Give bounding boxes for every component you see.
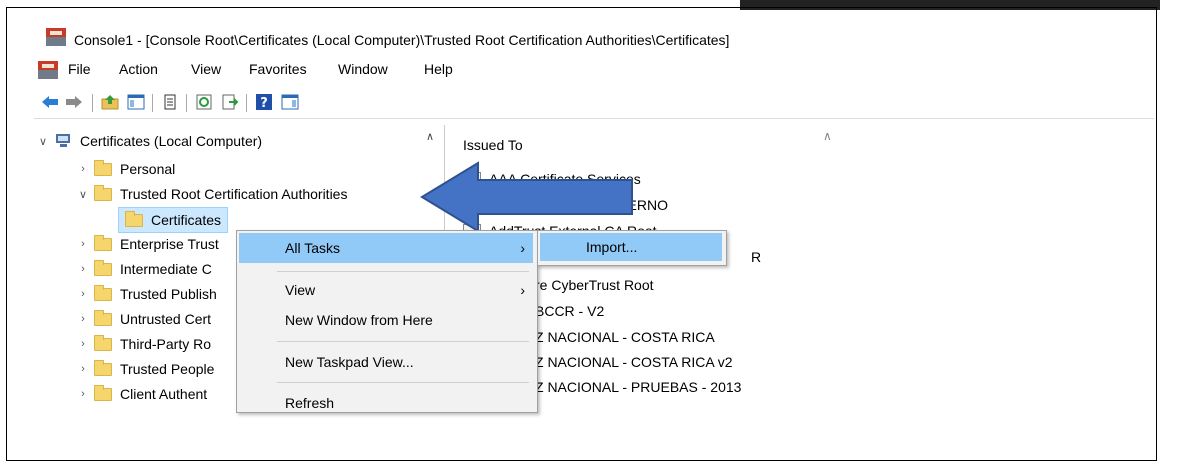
menu-item-new-window[interactable]: New Window from Here: [239, 305, 533, 335]
menu-item-import[interactable]: Import...: [540, 233, 722, 261]
chevron-right-icon[interactable]: ›: [76, 388, 90, 400]
tree-item-intermediate[interactable]: › Intermediate C: [76, 257, 212, 281]
menu-item-refresh[interactable]: Refresh: [239, 388, 533, 412]
menu-item-all-tasks[interactable]: All Tasks ›: [239, 233, 533, 263]
menu-item-view[interactable]: View ›: [239, 275, 533, 305]
menu-file[interactable]: File: [68, 61, 91, 77]
tree-item-third-party[interactable]: › Third-Party Ro: [76, 332, 211, 356]
chevron-down-icon[interactable]: ∨: [36, 135, 50, 148]
forward-arrow-icon[interactable]: [64, 92, 84, 112]
export-list-icon[interactable]: [220, 92, 240, 112]
menu-item-new-taskpad[interactable]: New Taskpad View...: [239, 347, 533, 377]
tree-root[interactable]: ∨ Certificates (Local Computer): [36, 129, 262, 153]
folder-icon: [94, 384, 112, 401]
menu-favorites[interactable]: Favorites: [249, 61, 307, 77]
sort-caret-icon: ∧: [823, 129, 832, 143]
title-bar: Console1 - [Console Root\Certificates (L…: [20, 10, 1155, 52]
annotation-arrow-icon: [420, 161, 633, 233]
menu-bar: File Action View Favorites Window Help: [34, 55, 1154, 85]
list-item[interactable]: BCCR - V2: [535, 299, 604, 323]
tree-item-client-auth[interactable]: › Client Authent: [76, 382, 207, 406]
window-title: Console1 - [Console Root\Certificates (L…: [74, 32, 730, 48]
chevron-right-icon[interactable]: ›: [76, 288, 90, 300]
tree-item-label: Intermediate C: [120, 261, 212, 277]
folder-icon: [94, 259, 112, 276]
tree-item-enterprise-trust[interactable]: › Enterprise Trust: [76, 232, 219, 256]
tree-item-label: Enterprise Trust: [120, 236, 219, 252]
menu-window[interactable]: Window: [338, 61, 388, 77]
computer-icon: [54, 134, 72, 148]
show-hide-tree-icon[interactable]: [126, 92, 146, 112]
back-arrow-icon[interactable]: [40, 92, 60, 112]
menu-action[interactable]: Action: [119, 61, 158, 77]
list-item[interactable]: Z NACIONAL - COSTA RICA v2: [535, 350, 733, 374]
list-item[interactable]: re CyberTrust Root: [535, 273, 654, 297]
mmc-app-icon: [46, 28, 66, 46]
menu-help[interactable]: Help: [424, 61, 453, 77]
folder-open-icon: [125, 210, 143, 227]
context-menu: All Tasks › View › New Window from Here …: [236, 230, 538, 413]
list-item[interactable]: Z NACIONAL - PRUEBAS - 2013: [535, 375, 741, 399]
folder-icon: [94, 184, 112, 201]
tree-item-certificates[interactable]: Certificates: [118, 207, 229, 233]
chevron-right-icon[interactable]: ›: [76, 313, 90, 325]
tree-item-untrusted[interactable]: › Untrusted Cert: [76, 307, 211, 331]
all-tasks-submenu: Import...: [537, 230, 727, 266]
up-folder-icon[interactable]: [100, 92, 120, 112]
chevron-right-icon[interactable]: ›: [76, 263, 90, 275]
action-pane-icon[interactable]: [280, 92, 300, 112]
column-header-issued-to[interactable]: Issued To: [463, 137, 523, 153]
submenu-arrow-icon: ›: [520, 282, 525, 298]
tree-scroll-up-icon[interactable]: ∧: [423, 130, 437, 150]
tree-root-label: Certificates (Local Computer): [80, 133, 263, 149]
tree-item-label: Trusted Root Certification Authorities: [120, 186, 348, 202]
system-menu-icon[interactable]: [38, 61, 58, 79]
folder-icon: [94, 159, 112, 176]
list-item[interactable]: Z NACIONAL - COSTA RICA: [535, 325, 715, 349]
tree-item-trusted-people[interactable]: › Trusted People: [76, 357, 214, 381]
submenu-arrow-icon: ›: [520, 240, 525, 256]
folder-icon: [94, 359, 112, 376]
folder-icon: [94, 234, 112, 251]
properties-icon[interactable]: [160, 92, 180, 112]
chevron-right-icon[interactable]: ›: [76, 338, 90, 350]
chevron-right-icon[interactable]: ›: [76, 363, 90, 375]
folder-icon: [94, 334, 112, 351]
chevron-right-icon[interactable]: ›: [76, 238, 90, 250]
list-item[interactable]: R: [751, 245, 761, 269]
refresh-icon[interactable]: [194, 92, 214, 112]
folder-icon: [94, 309, 112, 326]
tree-item-personal[interactable]: › Personal: [76, 157, 175, 181]
chevron-right-icon[interactable]: ›: [76, 163, 90, 175]
tree-item-label: Client Authent: [120, 386, 208, 402]
tree-item-label: Third-Party Ro: [120, 336, 212, 352]
tree-item-label: Personal: [120, 161, 176, 177]
tree-item-label: Trusted People: [120, 361, 215, 377]
chevron-down-icon[interactable]: ∨: [76, 188, 90, 201]
tree-item-label: Trusted Publish: [120, 286, 217, 302]
folder-icon: [94, 284, 112, 301]
menu-view[interactable]: View: [191, 61, 221, 77]
tree-item-trusted-root[interactable]: ∨ Trusted Root Certification Authorities: [76, 182, 347, 206]
help-icon[interactable]: ?: [254, 92, 274, 112]
tree-item-label: Certificates: [151, 212, 222, 228]
tree-item-label: Untrusted Cert: [120, 311, 212, 327]
tree-item-trusted-publishers[interactable]: › Trusted Publish: [76, 282, 217, 306]
svg-text:?: ?: [260, 96, 268, 111]
toolbar: ?: [34, 88, 1154, 119]
